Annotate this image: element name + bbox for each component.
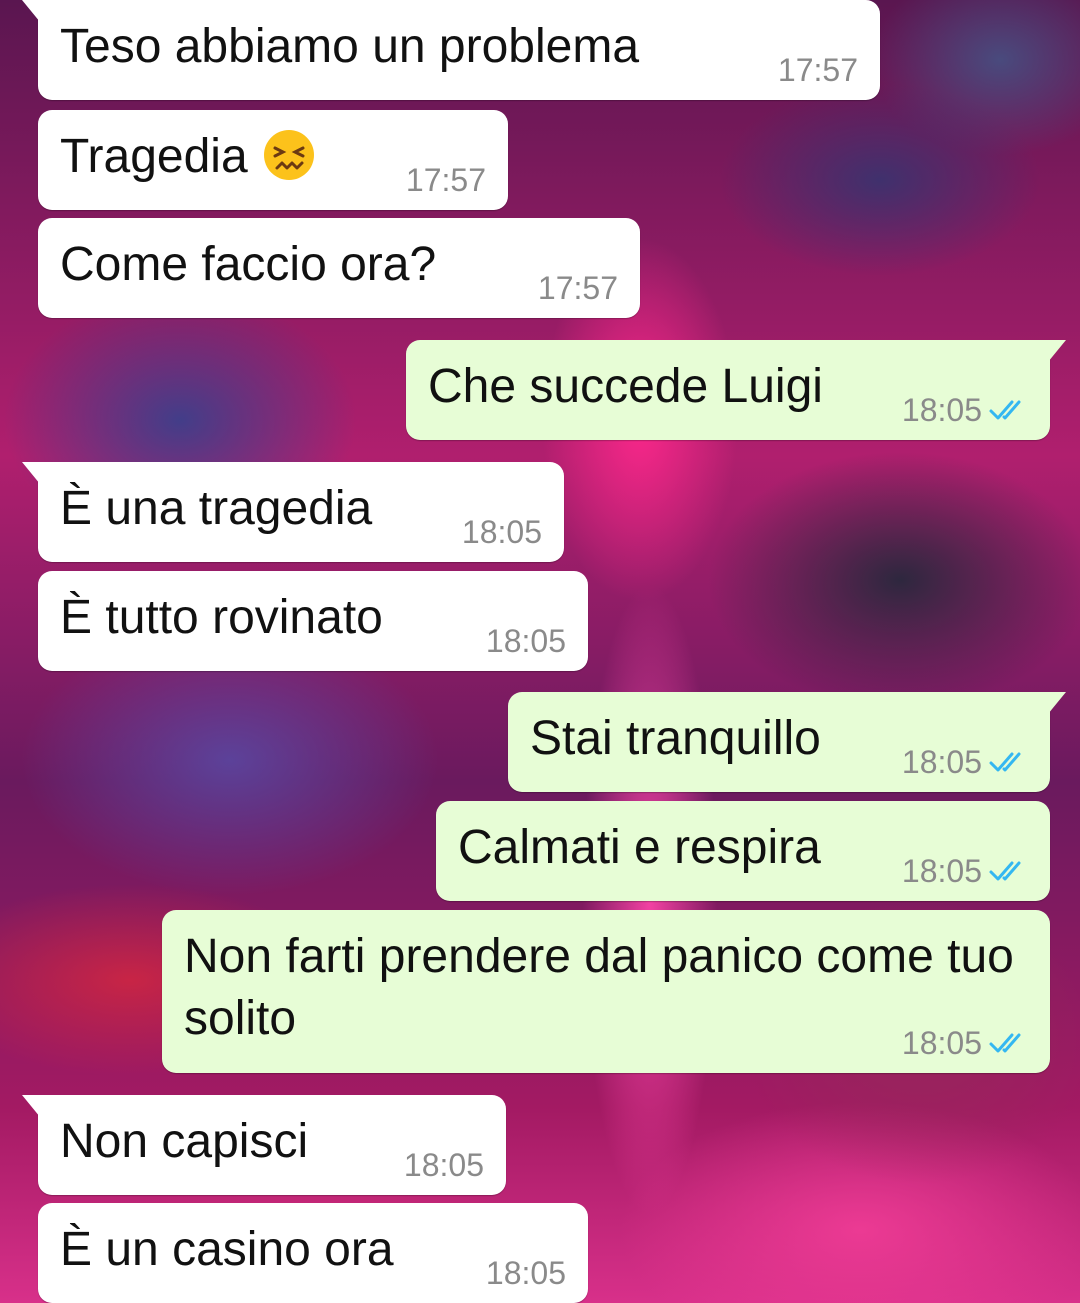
incoming-message-bubble[interactable]: Teso abbiamo un problema 17:57 — [22, 0, 880, 100]
message-timestamp: 18:05 — [403, 1147, 484, 1183]
message-timestamp: 17:57 — [537, 270, 618, 306]
bubble-tail — [22, 0, 40, 22]
message-timestamp: 18:05 — [901, 853, 982, 889]
message-meta: 17:57 — [778, 52, 858, 88]
message-timestamp: 18:05 — [461, 514, 542, 550]
message-meta: 17:57 — [406, 162, 486, 198]
bubble-tail — [1048, 692, 1066, 714]
message-timestamp: 18:05 — [485, 623, 566, 659]
incoming-message-bubble[interactable]: Come faccio ora? 17:57 — [38, 218, 640, 318]
double-check-icon — [989, 861, 1021, 881]
message-meta: 18:05 — [486, 1255, 566, 1291]
message-meta: 18:05 — [902, 853, 1028, 889]
message-text: Che succede Luigi — [428, 360, 823, 413]
message-text: È un casino ora — [60, 1223, 394, 1276]
message-text: Teso abbiamo un problema — [60, 20, 640, 73]
incoming-message-bubble[interactable]: È un casino ora 18:05 — [38, 1203, 588, 1303]
confounded-face-emoji-icon — [263, 130, 314, 180]
message-meta: 18:05 — [902, 744, 1028, 780]
message-text: Non capisci — [60, 1115, 309, 1168]
message-timestamp: 17:57 — [405, 162, 486, 198]
message-text: Non farti prendere dal panico come tuo s… — [184, 930, 1014, 1045]
message-text: Stai tranquillo — [530, 712, 821, 765]
outgoing-message-bubble[interactable]: Stai tranquillo 18:05 — [508, 692, 1066, 792]
bubble-tail — [22, 1095, 40, 1117]
message-meta: 18:05 — [462, 514, 542, 550]
double-check-icon — [989, 400, 1021, 420]
message-timestamp: 18:05 — [485, 1255, 566, 1291]
message-timestamp: 17:57 — [777, 52, 858, 88]
message-meta: 17:57 — [538, 270, 618, 306]
message-text: Tragedia — [60, 126, 316, 188]
message-text-content: Tragedia — [60, 130, 248, 183]
message-meta: 18:05 — [404, 1147, 484, 1183]
incoming-message-bubble[interactable]: Tragedia 17:57 — [38, 110, 508, 210]
message-meta: 18:05 — [902, 1025, 1028, 1061]
message-timestamp: 18:05 — [901, 744, 982, 780]
message-meta: 18:05 — [486, 623, 566, 659]
message-meta: 18:05 — [902, 392, 1028, 428]
incoming-message-bubble[interactable]: Non capisci 18:05 — [22, 1095, 506, 1195]
message-text: È una tragedia — [60, 482, 373, 535]
bubble-tail — [1048, 340, 1066, 362]
message-timestamp: 18:05 — [901, 1025, 982, 1061]
incoming-message-bubble[interactable]: È tutto rovinato 18:05 — [38, 571, 588, 671]
bubble-tail — [22, 462, 40, 484]
message-text: Come faccio ora? — [60, 238, 437, 291]
double-check-icon — [989, 1033, 1021, 1053]
incoming-message-bubble[interactable]: È una tragedia 18:05 — [22, 462, 564, 562]
outgoing-message-bubble[interactable]: Non farti prendere dal panico come tuo s… — [162, 910, 1050, 1073]
message-timestamp: 18:05 — [901, 392, 982, 428]
outgoing-message-bubble[interactable]: Calmati e respira 18:05 — [436, 801, 1050, 901]
message-text: È tutto rovinato — [60, 591, 383, 644]
outgoing-message-bubble[interactable]: Che succede Luigi 18:05 — [406, 340, 1066, 440]
double-check-icon — [989, 752, 1021, 772]
message-text: Calmati e respira — [458, 821, 821, 874]
